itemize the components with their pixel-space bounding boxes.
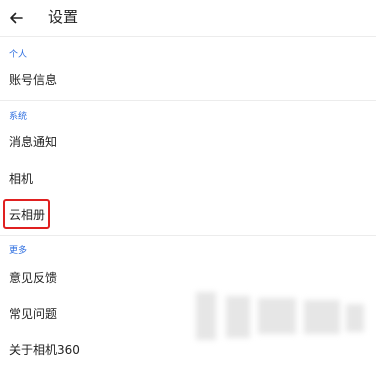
arrow-left-icon <box>10 12 23 24</box>
section-header-more: 更多 <box>9 246 28 256</box>
section-header-system: 系统 <box>9 112 28 122</box>
settings-item-camera[interactable]: 相机 <box>0 163 376 195</box>
section-divider <box>0 100 376 101</box>
settings-item-label: 云相册 <box>9 208 46 222</box>
section-header-personal: 个人 <box>9 50 28 60</box>
back-button[interactable] <box>4 4 28 32</box>
app-bar: 设置 <box>0 0 376 37</box>
settings-item-label: 消息通知 <box>9 135 58 149</box>
page-title: 设置 <box>48 8 79 26</box>
settings-item-label: 意见反馈 <box>9 271 58 285</box>
section-divider <box>0 235 376 236</box>
settings-item-label: 相机 <box>9 172 34 186</box>
settings-item-account-info[interactable]: 账号信息 <box>0 64 376 96</box>
settings-item-label: 常见问题 <box>9 307 58 321</box>
settings-item-about[interactable]: 关于相机360 <box>0 334 376 366</box>
settings-item-feedback[interactable]: 意见反馈 <box>0 262 376 294</box>
settings-item-label: 账号信息 <box>9 73 58 87</box>
settings-item-notifications[interactable]: 消息通知 <box>0 126 376 158</box>
settings-item-cloud-album[interactable]: 云相册 <box>0 199 376 231</box>
settings-item-label: 关于相机360 <box>9 343 80 357</box>
